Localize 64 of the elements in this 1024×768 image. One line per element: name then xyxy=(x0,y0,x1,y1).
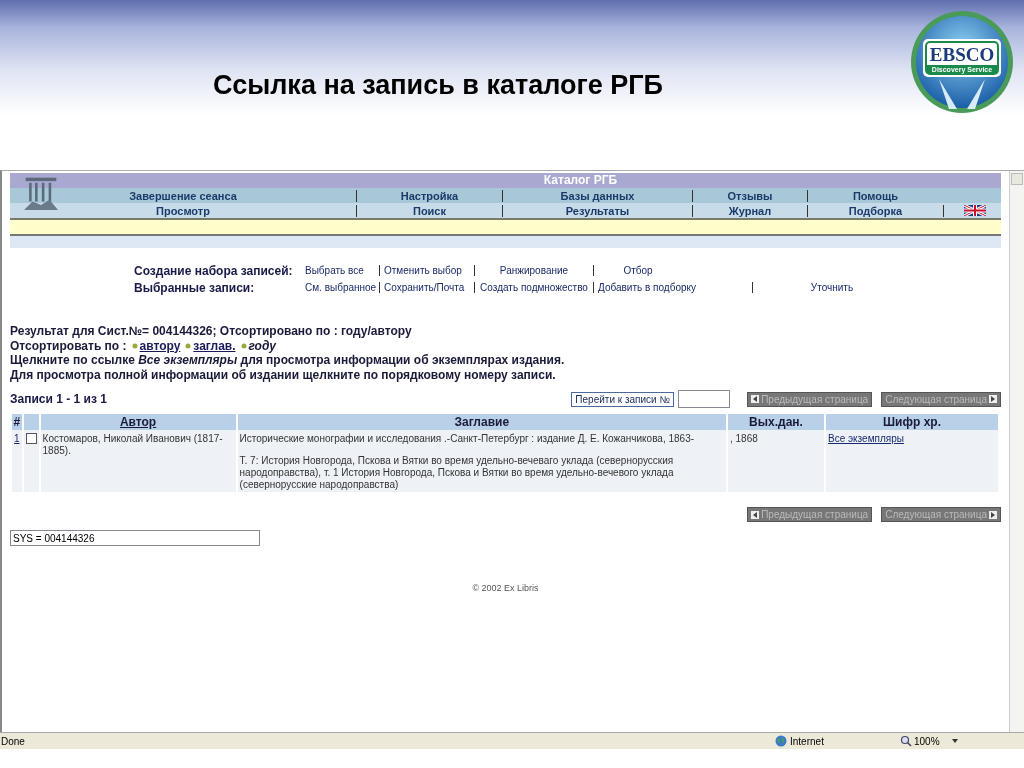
hint-text: Щелкните по ссылке Все экземпляры для просмотра информации об экземплярах издания. xyxy=(10,353,566,368)
menu-link[interactable]: Результаты xyxy=(503,204,693,217)
menu-link[interactable]: Журнал xyxy=(693,204,808,217)
option-label: Создание набора записей: xyxy=(134,263,294,278)
left-arrow-icon xyxy=(751,395,760,403)
menu-link[interactable]: Базы данных xyxy=(503,189,693,202)
sort-option[interactable]: году xyxy=(248,338,277,353)
column-header: # xyxy=(13,415,21,429)
column-header: Шифр хр. xyxy=(883,415,941,429)
option-link[interactable]: Выбрать все xyxy=(305,265,364,276)
option-link[interactable]: Добавить в подборку xyxy=(598,282,696,293)
menu-link[interactable]: Просмотр xyxy=(10,204,357,217)
magnifier-icon[interactable] xyxy=(900,735,912,747)
records-count: Записи 1 - 1 из 1 xyxy=(10,392,108,406)
menu-link[interactable]: Подборка xyxy=(808,204,944,217)
go-to-record-button[interactable]: Перейти к записи № xyxy=(571,391,675,407)
scrollbar[interactable] xyxy=(1009,171,1024,732)
uk-flag-icon[interactable] xyxy=(964,205,986,216)
column-header: Заглавие xyxy=(454,415,510,429)
logo-badge-icon xyxy=(909,9,1015,115)
record-number-field[interactable] xyxy=(678,390,731,408)
sort-option[interactable]: автору xyxy=(139,338,181,353)
zone-text: Internet xyxy=(790,735,825,747)
record-number-link[interactable]: 1 xyxy=(14,433,20,444)
slide-title: Ссылка на запись в каталоге РГБ xyxy=(213,70,663,101)
menu-link[interactable]: Завершение сеанса xyxy=(10,189,357,202)
menu-link[interactable]: Настройка xyxy=(357,189,503,202)
globe-icon xyxy=(775,735,787,747)
option-link[interactable]: Сохранить/Почта xyxy=(384,282,465,293)
zoom-level[interactable]: 100% xyxy=(914,735,952,747)
sort-option[interactable]: заглав. xyxy=(193,338,236,353)
status-text: Done xyxy=(1,735,25,747)
menu-link[interactable]: Помощь xyxy=(808,189,943,202)
option-link[interactable]: Отменить выбор xyxy=(384,265,462,276)
option-label: Выбранные записи: xyxy=(134,280,256,295)
table-cell: , 1868 xyxy=(730,433,758,444)
result-summary: Результат для Сист.№= 004144326; Отсортировано по : году/автору xyxy=(10,324,413,339)
hint-text: Для просмотра полной информации об издании щелкните по порядковому номеру записи. xyxy=(10,367,557,382)
catalog-title-bar: Каталог РГБ xyxy=(10,173,1001,188)
table-cell-text: Т. 7: История Новгорода, Пскова и Вятки во время удельно-вечеваго уклада (севернорусския народоправства), т. 1 История Новгорода, Пскова и Вятки во время удельно-вечевого уклада (севернорусские народоправства) xyxy=(239,455,675,491)
sys-field[interactable]: SYS = 004144326 xyxy=(10,530,260,546)
menu-link[interactable]: Поиск xyxy=(357,204,503,217)
copyright-text: © 2002 Ex Libris xyxy=(472,583,539,593)
option-link[interactable]: Отбор xyxy=(623,265,653,276)
option-link[interactable]: Создать подмножество xyxy=(480,282,588,293)
column-header[interactable]: Автор xyxy=(119,415,157,429)
right-arrow-icon xyxy=(989,395,997,403)
column-header: Вых.дан. xyxy=(749,415,803,429)
sort-label: Отсортировать по : xyxy=(10,338,127,353)
bullet-icon xyxy=(131,342,138,349)
record-checkbox[interactable] xyxy=(25,433,37,444)
holdings-link[interactable]: Все экземпляры xyxy=(828,433,904,444)
option-link[interactable]: Ранжирование xyxy=(499,265,569,276)
logo-text: EBSCO xyxy=(929,45,995,65)
caret-icon[interactable] xyxy=(952,739,958,743)
left-arrow-icon xyxy=(751,510,760,519)
bullet-icon xyxy=(185,342,192,349)
table-cell: Костомаров, Николай Иванович (1817-1885). xyxy=(42,433,223,456)
option-link[interactable]: Уточнить xyxy=(810,282,854,293)
right-arrow-icon xyxy=(989,510,997,519)
table-cell-text: Исторические монографии и исследования .-Санкт-Петербург : издание Д. Е. Кожанчикова, 1863- xyxy=(239,433,696,445)
menu-link[interactable]: Отзывы xyxy=(693,189,808,202)
bullet-icon xyxy=(240,342,247,349)
option-link[interactable]: См. выбранное xyxy=(305,282,377,293)
